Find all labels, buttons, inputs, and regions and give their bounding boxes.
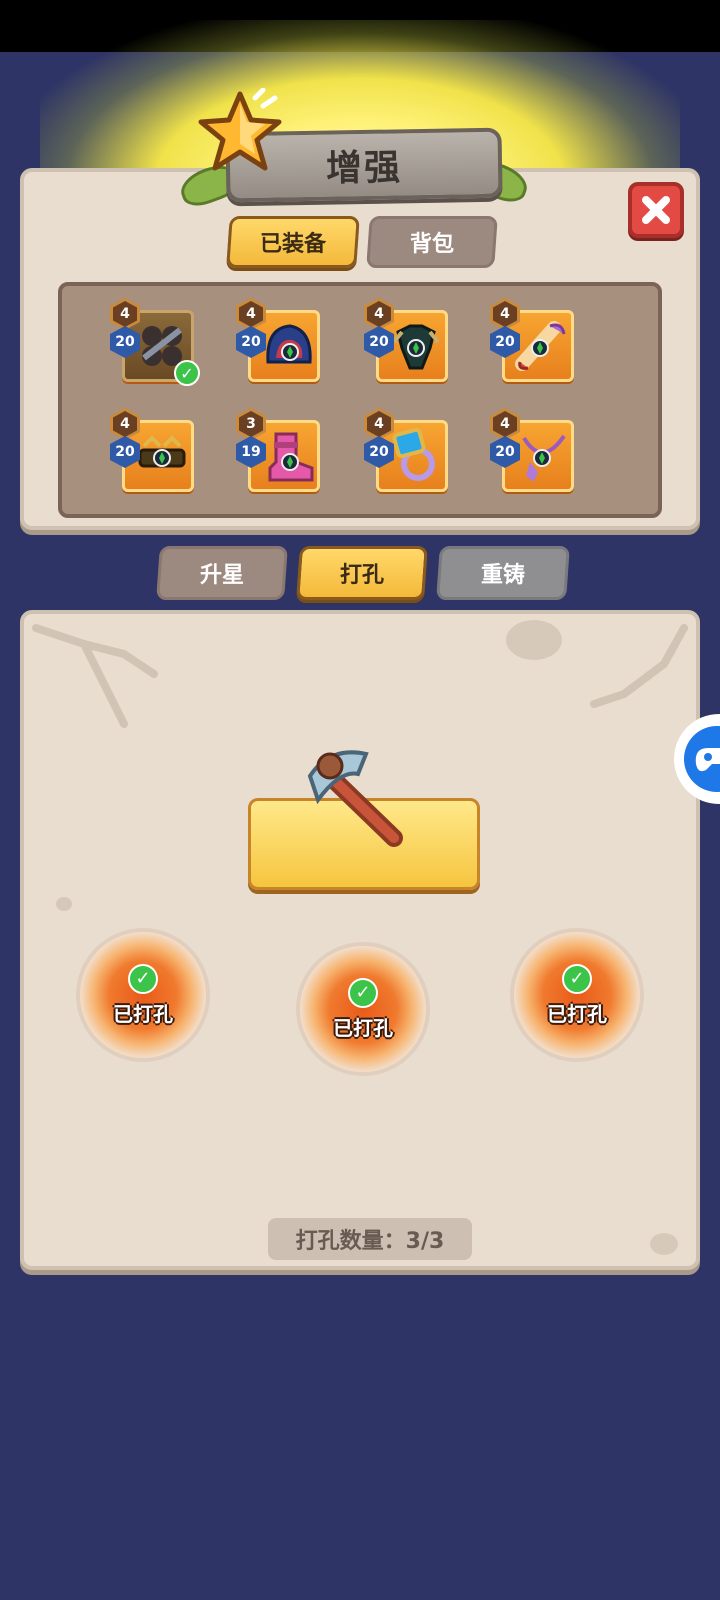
equipment-slot-scroll[interactable]: 4 20	[490, 298, 574, 382]
equipment-slot-axe[interactable]: 4 20 ✓	[110, 298, 200, 386]
necklace-icon	[522, 434, 566, 482]
gamepad-icon	[684, 726, 720, 792]
equipment-slot-boots[interactable]: 3 19	[236, 408, 320, 492]
equipment-slot-ring[interactable]: 4 20	[364, 408, 448, 492]
scroll-icon	[515, 321, 566, 371]
tab-upgrade-star-label: 升星	[199, 563, 244, 588]
socket-status: 已打孔	[547, 1001, 607, 1026]
tab-backpack-label: 背包	[409, 232, 454, 257]
boots-icon	[268, 432, 314, 482]
socket-slot[interactable]: ✓ 已打孔	[76, 928, 210, 1062]
tab-reforge-label: 重铸	[480, 563, 525, 588]
equipment-slot-helmet[interactable]: 4 20	[236, 298, 320, 382]
page-title: 增强	[325, 147, 403, 190]
belt-icon	[138, 435, 186, 468]
tab-equipped-label: 已装备	[259, 232, 326, 257]
socket-count: 打孔数量：3/3	[268, 1218, 472, 1260]
equipment-slot-necklace[interactable]: 4 20	[490, 408, 574, 492]
star-icon	[198, 88, 282, 171]
equipped-check-icon: ✓	[174, 360, 200, 386]
hammer-icon	[307, 750, 403, 847]
helmet-icon	[266, 324, 312, 364]
socket-slot[interactable]: ✓ 已打孔	[510, 928, 644, 1062]
tab-socket-label: 打孔	[339, 563, 384, 588]
tab-socket[interactable]: 打孔	[296, 546, 428, 600]
close-icon	[642, 196, 670, 224]
tab-reforge[interactable]: 重铸	[436, 546, 570, 600]
socket-status: 已打孔	[333, 1015, 393, 1040]
check-icon: ✓	[348, 977, 378, 1008]
equipment-slot-belt[interactable]: 4 20	[110, 408, 194, 492]
socket-slot[interactable]: ✓ 已打孔	[296, 942, 430, 1076]
close-button[interactable]	[628, 182, 684, 238]
equipment-slot-armor[interactable]: 4 20	[364, 298, 448, 382]
tab-upgrade-star[interactable]: 升星	[156, 546, 288, 600]
socket-status: 已打孔	[113, 1001, 173, 1026]
ring-icon	[392, 428, 435, 481]
check-icon: ✓	[562, 963, 592, 994]
tab-backpack[interactable]: 背包	[366, 216, 498, 268]
armor-icon	[392, 324, 440, 370]
check-icon: ✓	[128, 963, 158, 994]
tab-equipped[interactable]: 已装备	[226, 216, 360, 268]
